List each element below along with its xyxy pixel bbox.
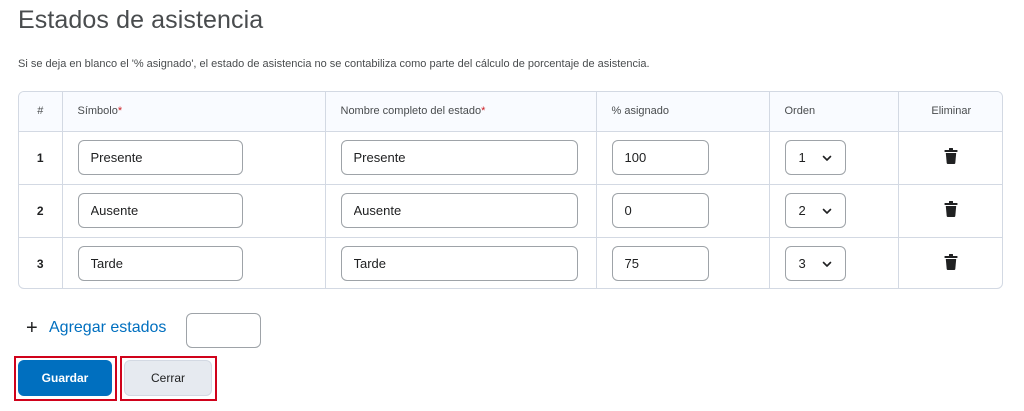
status-name-input[interactable]: [340, 193, 578, 228]
order-cell: 2: [769, 184, 899, 238]
order-value: 3: [798, 256, 806, 272]
order-select[interactable]: 1: [784, 140, 846, 175]
symbol-cell: [62, 184, 326, 238]
percent-input[interactable]: [611, 246, 709, 282]
order-value: 2: [798, 203, 806, 218]
plus-icon[interactable]: +: [26, 318, 44, 338]
name-cell: [325, 237, 597, 288]
trash-icon[interactable]: [944, 201, 958, 217]
column-header-symbol: Símbolo*: [62, 92, 326, 132]
row-number: 3: [19, 237, 63, 288]
delete-cell: [898, 131, 1002, 185]
required-mark: *: [481, 105, 486, 118]
percent-input[interactable]: [611, 140, 709, 175]
table-row: 3 3: [19, 237, 1002, 288]
symbol-input[interactable]: [77, 193, 243, 228]
close-button[interactable]: Cerrar: [124, 360, 212, 396]
column-header-delete: Eliminar: [898, 92, 1002, 132]
attendance-status-table: # Símbolo* Nombre completo del estado* %…: [18, 91, 1003, 289]
symbol-input[interactable]: [77, 246, 243, 282]
order-cell: 3: [769, 237, 899, 288]
order-value: 1: [798, 150, 806, 165]
chevron-down-icon: [822, 208, 831, 214]
table-row: 2 2: [19, 184, 1002, 238]
symbol-cell: [62, 131, 326, 185]
delete-cell: [898, 184, 1002, 238]
add-statuses-link[interactable]: Agregar estados: [49, 319, 166, 337]
row-number: 1: [19, 131, 63, 185]
table-header-row: # Símbolo* Nombre completo del estado* %…: [19, 92, 1002, 132]
status-name-input[interactable]: [340, 246, 578, 282]
column-header-percent: % asignado: [596, 92, 770, 132]
table-row: 1 1: [19, 131, 1002, 185]
order-select[interactable]: 3: [784, 246, 846, 282]
column-header-name: Nombre completo del estado*: [325, 92, 597, 132]
delete-cell: [898, 237, 1002, 288]
column-header-name-label: Nombre completo del estado: [340, 105, 482, 118]
column-header-symbol-label: Símbolo: [77, 105, 118, 118]
add-statuses-row: + Agregar estados: [26, 318, 166, 338]
add-count-input[interactable]: [186, 313, 261, 348]
trash-icon[interactable]: [944, 254, 958, 271]
row-number: 2: [19, 184, 63, 238]
percent-cell: [596, 184, 770, 238]
save-button[interactable]: Guardar: [18, 360, 112, 396]
column-header-number: #: [19, 92, 63, 132]
trash-icon[interactable]: [944, 148, 958, 164]
percent-cell: [596, 131, 770, 185]
required-mark: *: [117, 105, 123, 118]
info-text: Si se deja en blanco el '% asignado', el…: [18, 58, 650, 70]
symbol-input[interactable]: [77, 140, 243, 175]
chevron-down-icon: [822, 155, 831, 161]
status-name-input[interactable]: [340, 140, 578, 175]
symbol-cell: [62, 237, 326, 288]
chevron-down-icon: [822, 261, 831, 268]
name-cell: [325, 131, 597, 185]
page-title: Estados de asistencia: [18, 6, 264, 34]
order-cell: 1: [769, 131, 899, 185]
percent-cell: [596, 237, 770, 288]
percent-input[interactable]: [611, 193, 709, 228]
order-select[interactable]: 2: [784, 193, 846, 228]
column-header-order: Orden: [769, 92, 899, 132]
name-cell: [325, 184, 597, 238]
